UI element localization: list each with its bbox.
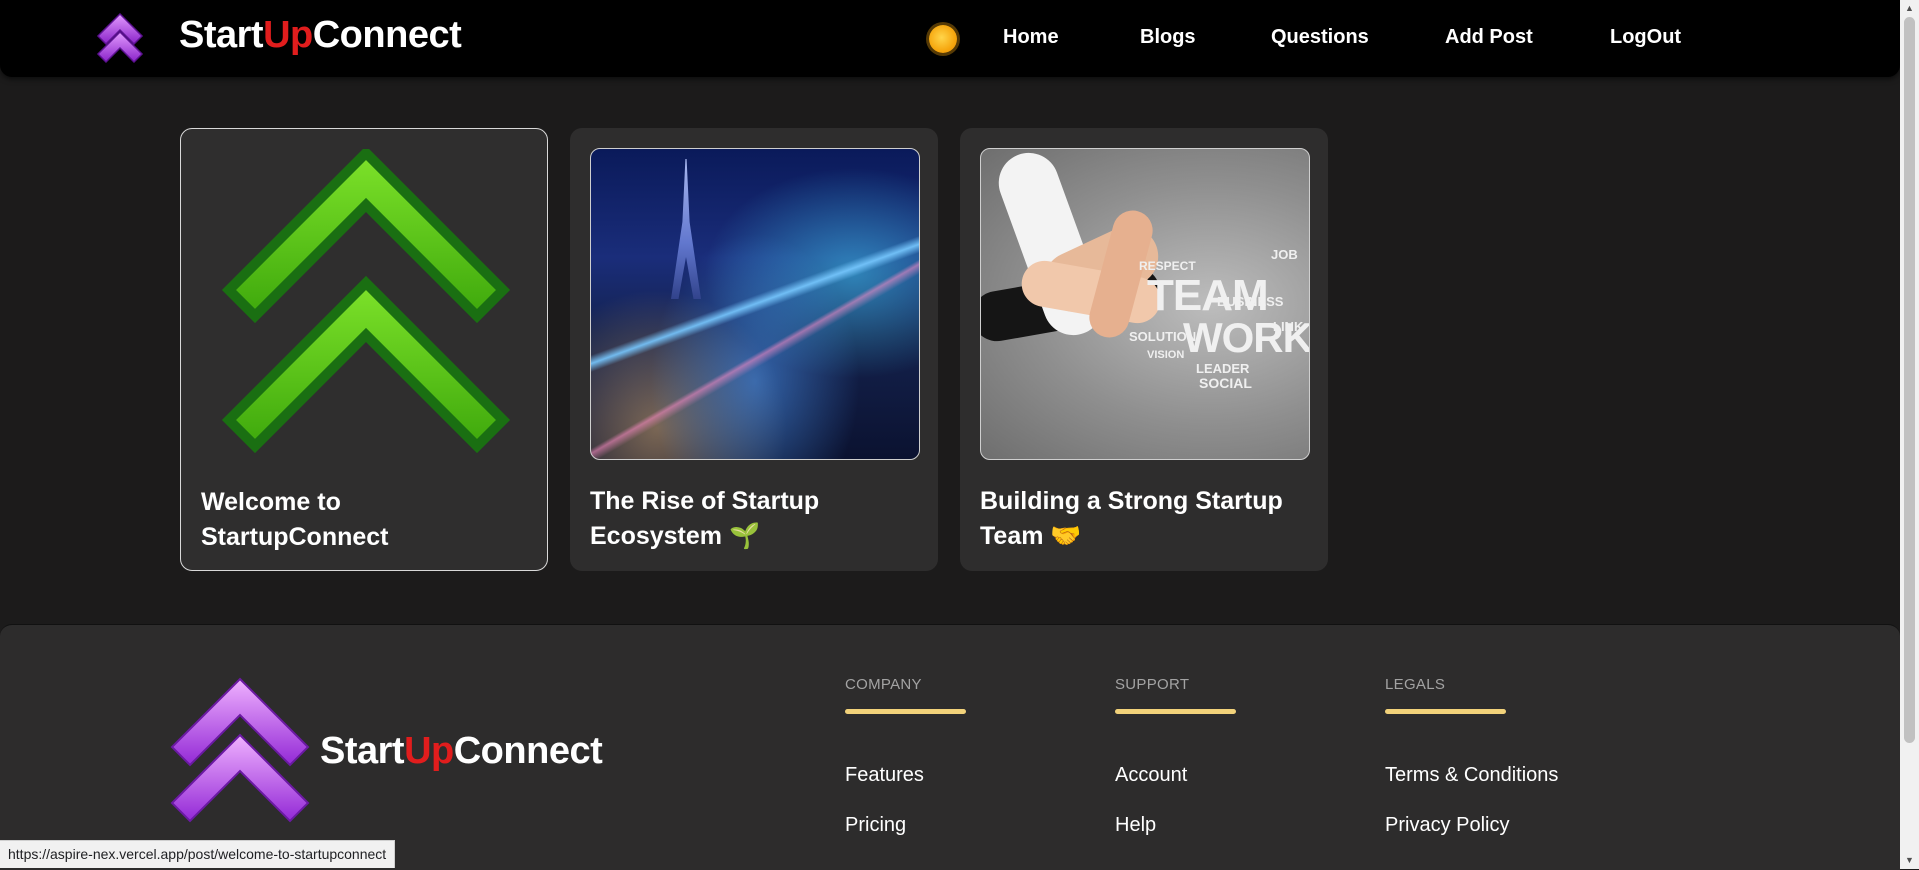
footer-pricing-link[interactable]: Pricing — [845, 814, 906, 837]
footer-privacy-link[interactable]: Privacy Policy — [1385, 814, 1509, 837]
footer-heading-underline — [1115, 709, 1236, 714]
night-city-image — [590, 148, 920, 460]
eiffel-tower-icon — [671, 159, 701, 299]
brand-up: Up — [404, 730, 454, 772]
vertical-scrollbar[interactable]: ▲ ▼ — [1900, 0, 1919, 869]
nav-add-post-link[interactable]: Add Post — [1445, 26, 1533, 49]
scrollbar-thumb[interactable] — [1904, 17, 1915, 743]
brand-connect: Connect — [453, 730, 603, 772]
nav-logout-link[interactable]: LogOut — [1610, 26, 1681, 49]
post-card-strong-team[interactable]: RESPECT TEAM BUSINESS WORK SOLUTION LEAD… — [960, 128, 1328, 571]
footer-support-heading: SUPPORT — [1115, 676, 1190, 693]
teamwork-image: RESPECT TEAM BUSINESS WORK SOLUTION LEAD… — [980, 148, 1310, 460]
post-card-startup-ecosystem[interactable]: The Rise of Startup Ecosystem 🌱 — [570, 128, 938, 571]
nav-home-link[interactable]: Home — [1003, 26, 1059, 49]
footer-terms-link[interactable]: Terms & Conditions — [1385, 764, 1558, 787]
footer-company-heading: COMPANY — [845, 676, 922, 693]
green-chevron-logo-icon — [221, 149, 511, 454]
word: VISION — [1147, 349, 1185, 361]
post-card-welcome[interactable]: Welcome to StartupConnect — [180, 128, 548, 571]
post-card-title: The Rise of Startup Ecosystem 🌱 — [590, 487, 820, 550]
footer-heading-underline — [1385, 709, 1506, 714]
post-card-image — [201, 149, 531, 461]
link-status-bar: https://aspire-nex.vercel.app/post/welco… — [0, 840, 396, 868]
sun-icon[interactable] — [929, 25, 957, 53]
post-card-title: Building a Strong Startup Team 🤝 — [980, 487, 1283, 550]
word-cloud: RESPECT TEAM BUSINESS WORK SOLUTION LEAD… — [1121, 219, 1309, 409]
scroll-up-arrow-icon[interactable]: ▲ — [1900, 0, 1919, 17]
brand-start: Start — [179, 14, 264, 56]
footer-account-link[interactable]: Account — [1115, 764, 1187, 787]
nav-questions-link[interactable]: Questions — [1271, 26, 1369, 49]
word: JOB — [1271, 247, 1298, 262]
word: LEADER — [1196, 361, 1250, 376]
word: LINK — [1273, 319, 1304, 334]
footer-brand-name[interactable]: StartUpConnect — [320, 730, 603, 773]
word: BUSINESS — [1217, 294, 1284, 309]
footer-features-link[interactable]: Features — [845, 764, 924, 787]
startupconnect-logo-icon[interactable] — [94, 12, 146, 64]
brand-up: Up — [263, 14, 313, 56]
brand-start: Start — [320, 730, 405, 772]
post-card-title: Welcome to StartupConnect — [201, 488, 389, 551]
nav-blogs-link[interactable]: Blogs — [1140, 26, 1196, 49]
footer-legals-heading: LEGALS — [1385, 676, 1446, 693]
footer-heading-underline — [845, 709, 966, 714]
word: SOCIAL — [1199, 375, 1252, 391]
scroll-down-arrow-icon[interactable]: ▼ — [1900, 852, 1919, 869]
top-navbar: StartUpConnect Home Blogs Questions Add … — [0, 0, 1900, 77]
footer-help-link[interactable]: Help — [1115, 814, 1156, 837]
brand-connect: Connect — [312, 14, 462, 56]
word: SOLUTION — [1129, 329, 1197, 344]
brand-name[interactable]: StartUpConnect — [179, 14, 462, 57]
startupconnect-footer-logo-icon[interactable] — [170, 677, 310, 823]
